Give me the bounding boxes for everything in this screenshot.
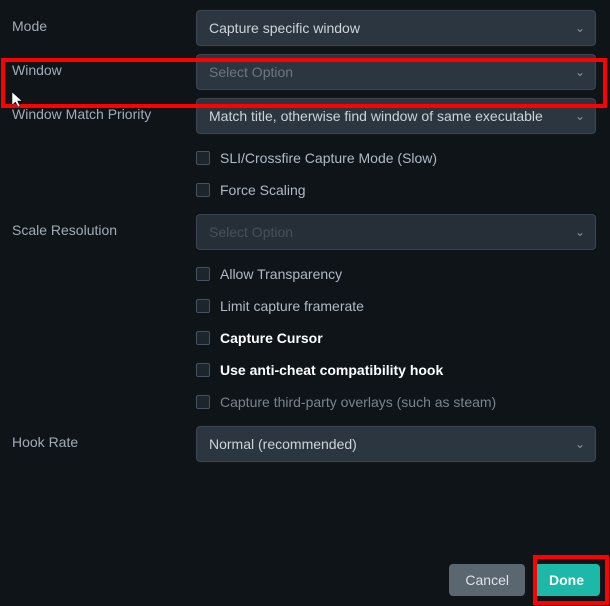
third-party-checkbox-row[interactable]: Capture third-party overlays (such as st… xyxy=(196,386,596,418)
checkbox-icon xyxy=(196,267,210,281)
mode-row: Mode Capture specific window ⌄ xyxy=(8,10,602,46)
hook-rate-label: Hook Rate xyxy=(8,426,196,450)
scale-res-placeholder: Select Option xyxy=(209,224,293,240)
chevron-down-icon: ⌄ xyxy=(575,65,585,79)
capture-cursor-checkbox-row[interactable]: Capture Cursor xyxy=(196,322,596,354)
window-placeholder: Select Option xyxy=(209,64,293,80)
chevron-down-icon: ⌄ xyxy=(575,225,585,239)
chevron-down-icon: ⌄ xyxy=(575,437,585,451)
mode-value: Capture specific window xyxy=(209,20,360,36)
match-priority-select[interactable]: Match title, otherwise find window of sa… xyxy=(196,98,596,134)
sli-label: SLI/Crossfire Capture Mode (Slow) xyxy=(220,150,437,166)
hook-rate-value: Normal (recommended) xyxy=(209,436,357,452)
scale-res-select: Select Option ⌄ xyxy=(196,214,596,250)
limit-framerate-checkbox-row[interactable]: Limit capture framerate xyxy=(196,290,596,322)
done-button[interactable]: Done xyxy=(533,564,600,596)
scale-res-row: Scale Resolution Select Option ⌄ xyxy=(8,214,602,250)
cancel-button[interactable]: Cancel xyxy=(449,564,525,596)
third-party-label: Capture third-party overlays (such as st… xyxy=(220,394,496,410)
hook-rate-row: Hook Rate Normal (recommended) ⌄ xyxy=(8,426,602,462)
transparency-checkbox-row[interactable]: Allow Transparency xyxy=(196,258,596,290)
match-priority-value: Match title, otherwise find window of sa… xyxy=(209,108,543,124)
cursor-icon xyxy=(12,92,28,113)
checkbox-icon xyxy=(196,183,210,197)
capture-cursor-label: Capture Cursor xyxy=(220,330,323,346)
anti-cheat-label: Use anti-cheat compatibility hook xyxy=(220,362,443,378)
force-scaling-label: Force Scaling xyxy=(220,182,306,198)
window-select[interactable]: Select Option ⌄ xyxy=(196,54,596,90)
scale-res-label: Scale Resolution xyxy=(8,214,196,238)
chevron-down-icon: ⌄ xyxy=(575,109,585,123)
sli-row: SLI/Crossfire Capture Mode (Slow) Force … xyxy=(8,142,602,206)
mode-label: Mode xyxy=(8,10,196,34)
chevron-down-icon: ⌄ xyxy=(575,21,585,35)
mode-select[interactable]: Capture specific window ⌄ xyxy=(196,10,596,46)
footer: Cancel Done xyxy=(449,564,600,596)
checkbox-icon xyxy=(196,299,210,313)
checkbox-icon xyxy=(196,363,210,377)
hook-rate-select[interactable]: Normal (recommended) ⌄ xyxy=(196,426,596,462)
force-scaling-checkbox-row[interactable]: Force Scaling xyxy=(196,174,596,206)
limit-framerate-label: Limit capture framerate xyxy=(220,298,364,314)
window-row: Window Select Option ⌄ xyxy=(8,54,602,90)
checkbox-icon xyxy=(196,331,210,345)
window-label: Window xyxy=(8,54,196,78)
match-priority-row: Window Match Priority Match title, other… xyxy=(8,98,602,134)
transparency-label: Allow Transparency xyxy=(220,266,342,282)
checkbox-icon xyxy=(196,395,210,409)
options-row: Allow Transparency Limit capture framera… xyxy=(8,258,602,418)
checkbox-icon xyxy=(196,151,210,165)
sli-checkbox-row[interactable]: SLI/Crossfire Capture Mode (Slow) xyxy=(196,142,596,174)
match-priority-label: Window Match Priority xyxy=(8,98,196,122)
anti-cheat-checkbox-row[interactable]: Use anti-cheat compatibility hook xyxy=(196,354,596,386)
